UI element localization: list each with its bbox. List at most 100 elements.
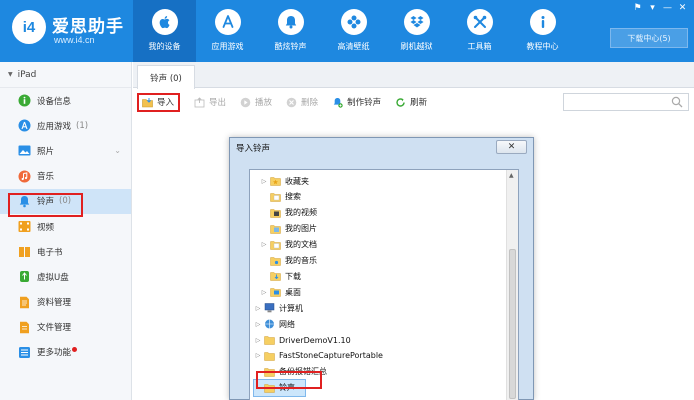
sidebar-item-usb[interactable]: 虚拟U盘 <box>0 264 131 289</box>
expand-arrow-icon[interactable]: ▷ <box>254 352 262 359</box>
chevron-down-icon[interactable]: ⌄ <box>114 146 121 155</box>
make-ringtone-button[interactable]: 制作铃声 <box>332 93 381 111</box>
close-icon[interactable]: ✕ <box>677 3 688 14</box>
folder-tree-item[interactable]: ▷ DriverDemoV1.10 <box>254 332 351 348</box>
sidebar-item-label: 照片 <box>37 146 55 157</box>
folder-tree-label: 我的文档 <box>285 240 317 250</box>
nav-tutorials[interactable]: 教程中心 <box>511 0 574 62</box>
folder-tree-item[interactable]: ▷ 计算机 <box>254 300 303 316</box>
window-controls: ⚑ ▾ — ✕ <box>632 3 688 14</box>
menu-icon[interactable]: ▾ <box>647 3 658 14</box>
scrollbar-thumb[interactable] <box>509 249 516 399</box>
photo-icon <box>18 144 31 157</box>
folder-icon <box>264 335 275 345</box>
nav-my-device[interactable]: 我的设备 <box>133 0 196 62</box>
sidebar-item-music[interactable]: 音乐 <box>0 164 131 189</box>
search-input[interactable] <box>563 93 689 111</box>
refresh-label: 刷新 <box>410 98 428 108</box>
sidebar-item-photo[interactable]: 照片 ⌄ <box>0 138 131 163</box>
folder-tree-item[interactable]: ▷ 桌面 <box>260 284 301 300</box>
dialog-close-button[interactable]: ✕ <box>496 140 527 154</box>
download-center-button[interactable]: 下载中心(5) <box>610 28 688 48</box>
apps-icon <box>18 119 31 132</box>
import-button[interactable]: 导入 <box>137 92 181 112</box>
tab-ringtones[interactable]: 铃声 (0) <box>137 65 195 89</box>
play-button[interactable]: 播放 <box>240 93 272 111</box>
device-header[interactable]: ▼ iPad <box>0 62 131 88</box>
music-icon <box>18 170 31 183</box>
nav-label: 酷炫铃声 <box>274 42 307 51</box>
play-label: 播放 <box>255 98 273 108</box>
tab-bar: 铃声 (0) <box>133 62 694 89</box>
sidebar-item-apps[interactable]: 应用游戏 (1) <box>0 113 131 138</box>
nav-toolbox[interactable]: 工具箱 <box>448 0 511 62</box>
expand-arrow-icon[interactable]: ▷ <box>254 337 262 344</box>
nav-ringtones[interactable]: 酷炫铃声 <box>259 0 322 62</box>
book-icon <box>18 245 31 258</box>
usb-icon <box>18 270 31 283</box>
folder-tree-item[interactable]: ▷ 我的文档 <box>260 237 317 253</box>
nav-flash-jailbreak[interactable]: 刷机越狱 <box>385 0 448 62</box>
search-folder-icon <box>270 192 281 202</box>
sidebar-item-video[interactable]: 视频 <box>0 214 131 239</box>
folder-tree-label: 计算机 <box>279 303 303 313</box>
delete-icon <box>286 97 297 108</box>
folder-tree-item[interactable]: ▷ 网络 <box>254 316 295 332</box>
expand-arrow-icon[interactable]: ▷ <box>260 289 268 296</box>
minimize-icon[interactable]: — <box>662 3 673 14</box>
sidebar-item-label: 音乐 <box>37 172 55 183</box>
folder-tree-item[interactable]: 我的图片 <box>260 221 317 237</box>
delete-button[interactable]: 删除 <box>286 93 318 111</box>
folder-tree-item[interactable]: 搜索 <box>260 189 301 205</box>
collapse-triangle-icon: ▼ <box>8 71 13 78</box>
brand-title: 爱思助手 <box>52 17 124 37</box>
folder-tree-label: 网络 <box>279 319 295 329</box>
folder-tree-item[interactable]: 我的视频 <box>260 205 317 221</box>
search-icon <box>671 96 683 108</box>
sidebar-item-label: 虚拟U盘 <box>37 272 69 283</box>
nav-apps-games[interactable]: 应用游戏 <box>196 0 259 62</box>
sidebar-item-info-circle[interactable]: 设备信息 <box>0 88 131 113</box>
folder-tree-label: 桌面 <box>285 287 301 297</box>
import-label: 导入 <box>157 98 175 108</box>
sidebar-item-document[interactable]: 资料管理 <box>0 290 131 315</box>
bell-icon <box>277 9 304 35</box>
expand-arrow-icon[interactable]: ▷ <box>260 178 268 185</box>
delete-label: 删除 <box>301 98 319 108</box>
folder-tree-item[interactable]: ▷ 收藏夹 <box>260 173 309 189</box>
refresh-icon <box>395 97 406 108</box>
skin-icon[interactable]: ⚑ <box>632 3 643 14</box>
folder-tree-item[interactable]: ▷ FastStoneCapturePortable <box>254 348 383 364</box>
sidebar-item-label: 设备信息 <box>37 96 72 107</box>
sidebar-list: 设备信息应用游戏 (1) 照片 ⌄ 音乐铃声 (0) 视频电子书虚拟U盘资料管理文件管理更多… <box>0 88 131 365</box>
sidebar-item-label: 文件管理 <box>37 323 72 334</box>
play-icon <box>240 97 251 108</box>
folder-tree-item[interactable]: 下载 <box>260 268 301 284</box>
sidebar-item-folder-file[interactable]: 文件管理 <box>0 315 131 340</box>
document-icon <box>18 296 31 309</box>
expand-arrow-icon[interactable]: ▷ <box>254 321 262 328</box>
nav-wallpapers[interactable]: 高清壁纸 <box>322 0 385 62</box>
export-button[interactable]: 导出 <box>194 93 226 111</box>
sidebar-item-bell[interactable]: 铃声 (0) <box>0 188 131 214</box>
tree-scrollbar[interactable]: ▲ <box>506 170 518 400</box>
folder-tree-item[interactable]: 我的音乐 <box>260 253 317 269</box>
video-folder-icon <box>270 208 281 218</box>
selected-folder-highlight-box <box>256 371 322 389</box>
sidebar-item-label: 更多功能 <box>37 348 72 359</box>
notification-dot <box>72 347 78 353</box>
sidebar-item-grid[interactable]: 更多功能 <box>0 340 131 365</box>
refresh-button[interactable]: 刷新 <box>395 93 427 111</box>
expand-arrow-icon[interactable]: ▷ <box>254 305 262 312</box>
folder-tree-label: 我的音乐 <box>285 256 317 265</box>
toolbar: 导入 导出 播放 删除 制作铃声 刷新 <box>133 89 694 115</box>
scroll-up-icon[interactable]: ▲ <box>509 172 514 179</box>
folder-tree-label: 我的视频 <box>285 208 317 218</box>
star-folder-icon <box>270 176 281 186</box>
nav-label: 我的设备 <box>148 42 181 51</box>
sidebar-item-book[interactable]: 电子书 <box>0 239 131 264</box>
sidebar-item-label: 电子书 <box>37 247 63 258</box>
expand-arrow-icon[interactable]: ▷ <box>260 241 268 248</box>
import-ringtone-dialog: 导入铃声 ✕ ▷ 收藏夹 搜索 我的视频 我的图片 ▷ 我的文档 我的音乐 下载 ▷ 桌面 ▷ 计算机 ▷… <box>229 137 534 400</box>
folder-tree-label: 搜索 <box>285 192 301 202</box>
